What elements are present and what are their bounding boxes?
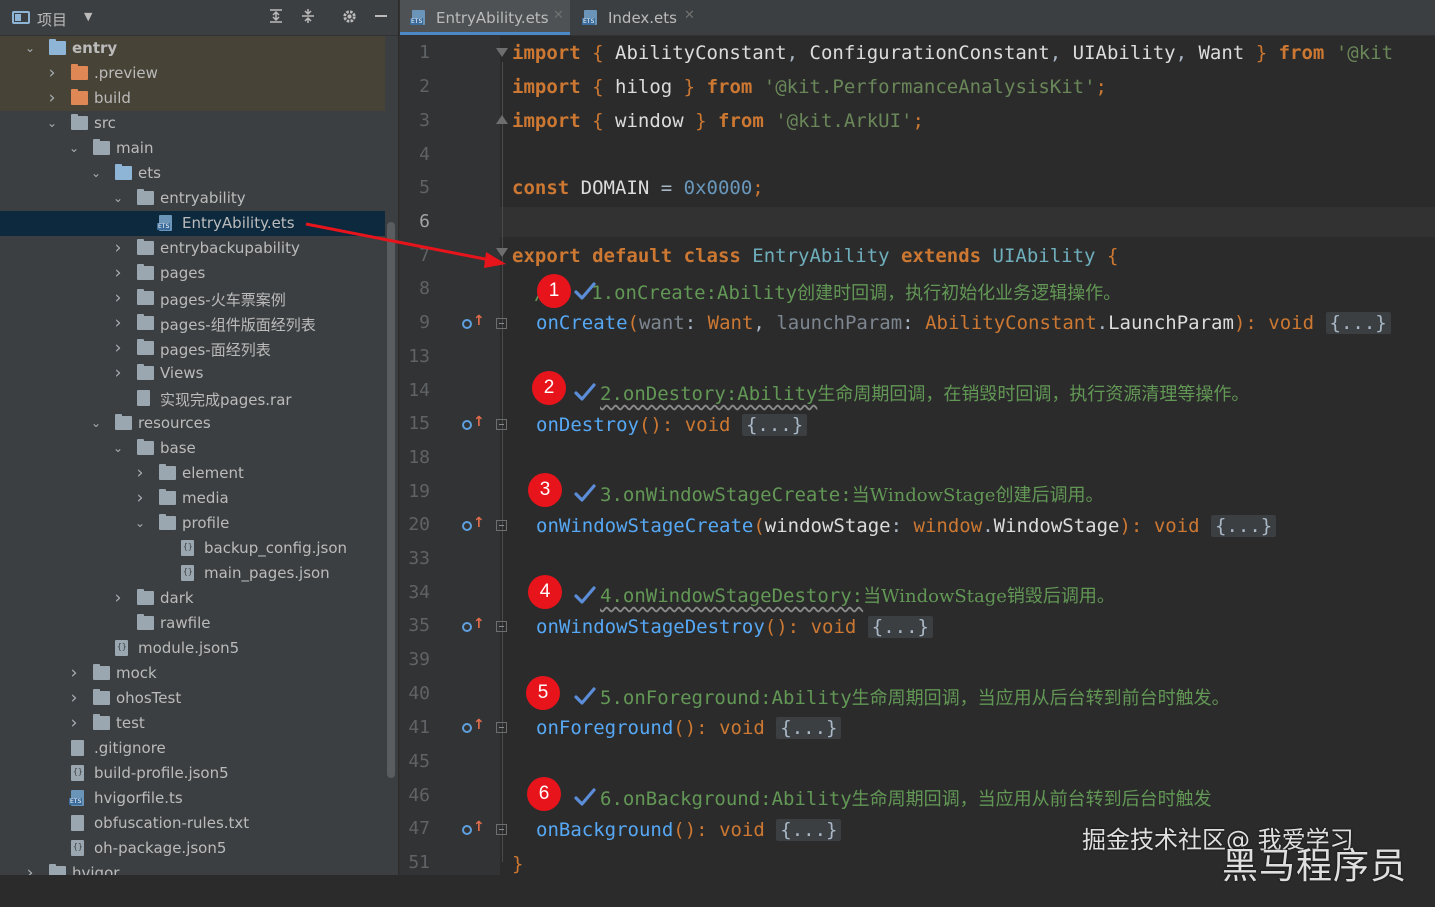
watermark: 掘金技术社区@ 我爱学习 黑马程序员 [1082, 826, 1408, 887]
annotation-arrow [305, 222, 506, 268]
